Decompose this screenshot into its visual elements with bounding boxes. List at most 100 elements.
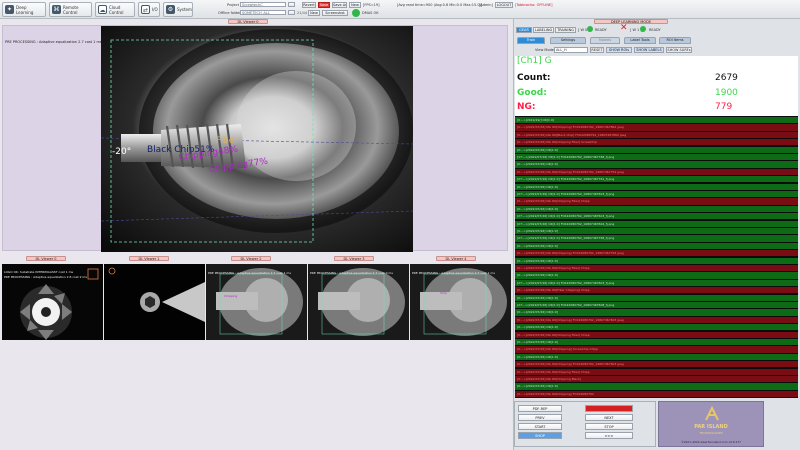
save-button[interactable]: Save: [318, 2, 330, 8]
stop-button[interactable]: STOP: [585, 423, 633, 430]
thumb-viewer-0[interactable]: LOGO OK: Substrate INTERIMAASST cost 1 m…: [2, 264, 103, 340]
gear-icon: ⚙: [166, 5, 175, 14]
project-select[interactable]: ScrewtechC: [240, 2, 286, 7]
log-row: [0:-->[2022/07/26] OK[1:0]: [515, 183, 798, 190]
svg-text:Chipping: Chipping: [224, 294, 237, 298]
tab-thumb-viewer-1[interactable]: DL Viewer 1: [129, 256, 169, 261]
view-mode-label: View Mode: [535, 48, 554, 52]
io-button[interactable]: ⇄ I/O: [138, 2, 160, 17]
logout-button[interactable]: LOGOUT: [495, 2, 513, 8]
read-time-readout: [Avg read time=900 (Avg:0.6 Min:0.0 Max:…: [397, 3, 483, 7]
folder-arrow-button[interactable]: [288, 10, 295, 15]
thumb-viewer-2[interactable]: Chipping PRE PROCESSING : Adaptive equal…: [206, 264, 307, 340]
new-file-button[interactable]: New: [308, 10, 320, 16]
log-row: [0:-->[2022/07/26] OK[1:0]: [515, 257, 798, 264]
dmas-status: DMAS OK: [362, 11, 379, 15]
log-row: [27:-->[2022/07/26] OK[1:0] FCK22080762_…: [515, 176, 798, 183]
system-button[interactable]: ⚙ System: [163, 2, 193, 17]
worker-1-status-icon: [640, 26, 646, 32]
log-row: [0:-->[2022/07/26] NG OK[Chipping] FCK22…: [515, 361, 798, 368]
good-label: Good:: [517, 88, 547, 98]
worker-0-status-icon: [587, 26, 593, 32]
log-row: [0:-->[2022/07/26] NG OK[Chipping] FCK22…: [515, 124, 798, 131]
log-row: [0:-->[2022/07/26] OK[1:0]: [515, 161, 798, 168]
view-mode-select[interactable]: ALL_H: [554, 47, 588, 53]
tab-thumb-viewer-4[interactable]: DL Viewer 4: [436, 256, 476, 261]
thumb-viewer-4[interactable]: Chip PRE PROCESSING : Adaptive equalizat…: [410, 264, 511, 340]
log-row: [0:-->[2022/07/26] OK[1:0]: [515, 309, 798, 316]
thumb-0-text-2: PRE PROCESSING : Adaptive equalization 2…: [4, 275, 87, 279]
prev-button[interactable]: PREV: [518, 414, 562, 421]
log-row: [27:-->[2022/07/26] OK[1:0] FCK22080762_…: [515, 235, 798, 242]
tab-training[interactable]: TRAINING: [555, 27, 576, 33]
offline-folder-select[interactable]: SOMETECH_ALL: [240, 10, 286, 15]
pdf-report-button[interactable]: PDF-REP: [518, 405, 562, 412]
new-button[interactable]: New: [349, 2, 361, 8]
tab-labeling[interactable]: LABELING: [533, 27, 554, 33]
log-row: [0:-->[2022/07/26] NG OK[Chipping Fiber]…: [515, 198, 798, 205]
thumb-viewer-3[interactable]: PRE PROCESSING : Adaptive equalization 2…: [308, 264, 409, 340]
screenshot-button[interactable]: Screenshot: [322, 10, 348, 16]
shop-button[interactable]: SHOP: [518, 432, 562, 439]
tab-roi-items[interactable]: ROI Items: [659, 37, 691, 44]
tab-gear[interactable]: GEAR: [516, 27, 532, 33]
start-button[interactable]: START: [518, 423, 562, 430]
tab-models[interactable]: Models: [590, 37, 620, 44]
tab-dl-viewer-0[interactable]: DL Viewer 0: [228, 19, 268, 24]
count-label: Count:: [517, 73, 551, 83]
log-row: [0:-->[2022/07/26] OK[1:0]: [515, 324, 798, 331]
copyright-text: ©2021–2024 www.far-island.com v2.8.177: [681, 440, 741, 444]
tab-thumb-viewer-2[interactable]: DL Viewer 2: [231, 256, 271, 261]
svg-text:Chip: Chip: [440, 291, 447, 295]
thumb-viewer-1[interactable]: [104, 264, 205, 340]
thumb-image-3: [308, 264, 409, 340]
connection-status: [Tobbrocho: OFFLINE]: [515, 3, 553, 7]
log-row: [0:-->[2022/07/26] NG OK[Chipping] Screw…: [515, 346, 798, 353]
inspection-log[interactable]: [0:-->[2019/19/] OK[1:0] [0:-->[2022/07/2…: [515, 116, 798, 398]
log-row: [0:-->[2022/07/26] NG OK[Chipping] FCK22…: [515, 316, 798, 323]
revert-button[interactable]: Revert: [302, 2, 316, 8]
show-rois-button[interactable]: SHOW ROIs: [606, 47, 632, 53]
stats-panel: [Ch1] G Count: 2679 Good: 1900 NG: 779: [515, 56, 798, 116]
log-row: [0:-->[2022/07/26] NG OK[Chipping Black]: [515, 376, 798, 383]
remote-control-button[interactable]: ⌘ Remote Control: [49, 2, 92, 17]
log-row: [0:-->[2022/07/26] OK[1:0]: [515, 294, 798, 301]
log-row: [27:-->[2022/07/26] OK[1:0] FCK22080762_…: [515, 220, 798, 227]
brain-icon: ✦: [5, 5, 14, 14]
alarm-indicator: [585, 405, 633, 412]
dmas-status-icon: [352, 9, 360, 17]
log-row: [0:-->[2022/07/26] NG OK[Chipping Fiber]…: [515, 331, 798, 338]
worker-0-status: READY: [595, 28, 607, 32]
log-row: [27:-->[2022/07/26] OK[1:0] FCK22080762_…: [515, 279, 798, 286]
save-as-button[interactable]: Save As: [332, 2, 347, 8]
log-row: [0:-->[2022/07/26] OK[1:0]: [515, 383, 798, 390]
tab-train[interactable]: Train: [517, 37, 545, 44]
deep-learning-button[interactable]: ✦ Deep Learning: [2, 2, 46, 17]
control-panel: PDF-REP PREV NEXT START STOP SHOP >>>: [514, 401, 656, 447]
tab-settings[interactable]: Settings: [550, 37, 586, 44]
log-row: [0:-->[2022/07/26] NG OK[Chipping] FCK22…: [515, 168, 798, 175]
project-arrow-button[interactable]: [288, 2, 295, 7]
channel-label: [Ch1] G: [517, 56, 552, 66]
cloud-control-button[interactable]: ☁ Cloud Control: [95, 2, 135, 17]
reset-button[interactable]: RESET: [590, 47, 604, 53]
thumb-2-text: PRE PROCESSING : Adaptive equalization 2…: [208, 271, 291, 275]
admin-label: [Admin]: [479, 3, 493, 7]
log-row: [0:-->[2022/07/26] NG OK[Chipping Fiber]…: [515, 368, 798, 375]
close-icon[interactable]: ✕: [620, 24, 628, 33]
tab-label-tools[interactable]: Label Tools: [624, 37, 656, 44]
thumb-image-1: [104, 264, 205, 340]
more-button[interactable]: >>>: [585, 432, 633, 439]
tab-thumb-viewer-3[interactable]: DL Viewer 3: [334, 256, 374, 261]
log-row: [27:-->[2022/07/26] OK[1:0] FCK22080762_…: [515, 302, 798, 309]
next-button[interactable]: NEXT: [585, 414, 633, 421]
network-icon: ⌘: [52, 5, 61, 14]
log-row: [0:-->[2022/07/26] OK[1:0]: [515, 228, 798, 235]
tab-thumb-viewer-0[interactable]: DL Viewer 0: [26, 256, 66, 261]
brand-tagline: TECHNOLOGIES: [699, 431, 723, 435]
main-image[interactable]: -20° Fiber Black Chip51% Chipping48% Chi…: [101, 26, 413, 252]
brand-logo-panel: PAR ISLAND TECHNOLOGIES ©2021–2024 www.f…: [658, 401, 764, 447]
show-labels-button[interactable]: SHOW LABELS: [634, 47, 664, 53]
show-surfs-button[interactable]: SHOW SURFs: [666, 47, 692, 53]
angle-annotation: -20°: [112, 147, 131, 157]
